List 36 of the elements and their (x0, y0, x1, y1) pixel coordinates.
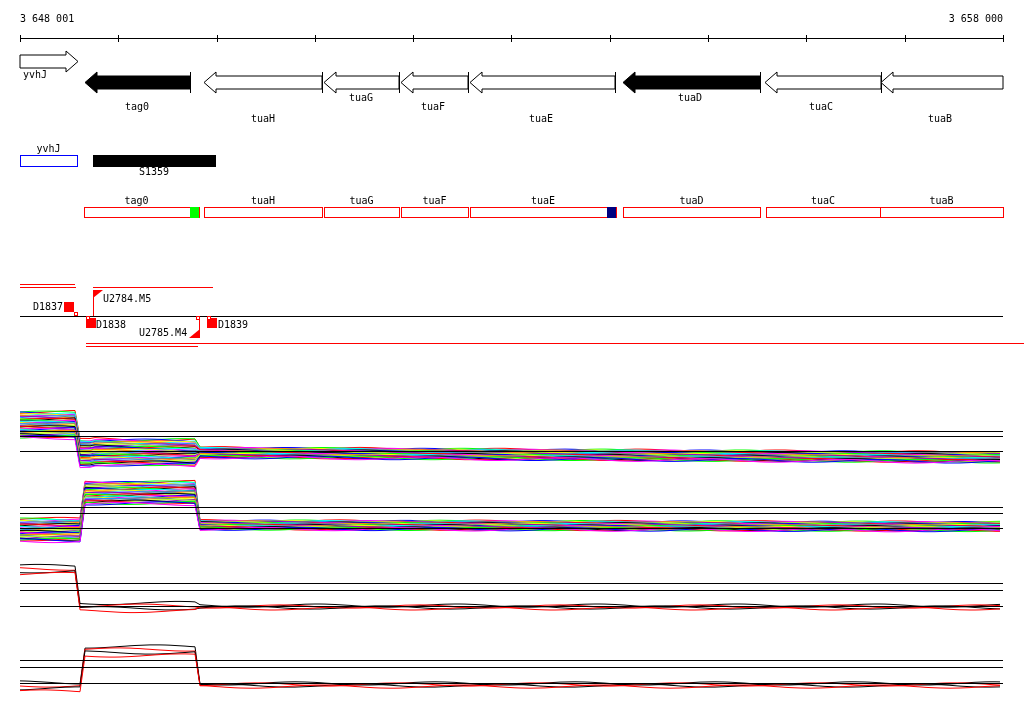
transcript-label: D1839 (218, 319, 249, 330)
transcript-label: D1837 (33, 301, 64, 312)
cds-label: tag0 (124, 195, 149, 206)
cds-label: tuaD (679, 195, 704, 206)
gene-label: tuaC (808, 101, 834, 112)
gene-arrow[interactable] (400, 71, 469, 94)
gene-label: tuaD (677, 92, 703, 103)
transcript-label: D1838 (96, 319, 127, 330)
gene-label: tuaF (420, 101, 446, 112)
cds-label: tuaH (250, 195, 276, 206)
gene-arrow[interactable] (323, 71, 400, 94)
cds-label: tuaB (929, 195, 954, 206)
gene-label: tag0 (124, 101, 150, 112)
transcript-label: U2785.M4 (139, 327, 188, 338)
gene-label: tuaH (250, 113, 276, 124)
cds-box[interactable] (470, 207, 617, 218)
feature-box[interactable] (20, 155, 78, 167)
gene-label: tuaB (927, 113, 953, 124)
cds-label: tuaG (349, 195, 374, 206)
terminator-block[interactable] (86, 316, 96, 328)
start-coordinate: 3 648 001 (20, 13, 75, 24)
cds-label: tuaE (530, 195, 556, 206)
gene-arrow[interactable] (622, 71, 761, 94)
promoter-flag[interactable] (189, 315, 200, 339)
gene-label: tuaE (528, 113, 554, 124)
feature-label: S1359 (138, 166, 170, 177)
cds-label: tuaC (810, 195, 836, 206)
terminator-block[interactable] (207, 316, 217, 328)
cds-label: tuaF (422, 195, 447, 206)
gene-label: tuaG (348, 92, 374, 103)
gene-arrow[interactable] (84, 71, 191, 94)
feature-label: yvhJ (36, 143, 61, 154)
promoter-flag[interactable] (93, 289, 103, 317)
gene-label: yvhJ (22, 69, 48, 80)
end-coordinate: 3 658 000 (948, 13, 1003, 24)
transcript-label: U2784.M5 (103, 293, 152, 304)
